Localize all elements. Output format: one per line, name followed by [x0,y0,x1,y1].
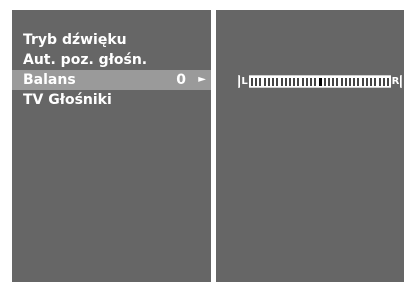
balance-tick [357,78,360,86]
balance-tick [314,78,317,86]
balance-tick [284,78,287,86]
balance-tick [293,78,296,86]
balance-tick [378,78,381,86]
menu-item-tv-speakers[interactable]: TV Głośniki [12,90,211,110]
balance-left-label: L [240,75,249,88]
adjust-panel [216,10,404,282]
balance-tick [310,78,313,86]
balance-center-marker [318,78,322,86]
balance-tick [370,78,373,86]
balance-tick [259,78,262,86]
balance-right-label: R [391,75,400,88]
balance-tick [276,78,279,86]
menu-item-auto-volume[interactable]: Aut. poz. głośn. [12,50,211,70]
balance-tick [344,78,347,86]
menu-item-label: Tryb dźwięku [23,32,127,48]
balance-ticks [251,78,389,86]
balance-tick [251,78,253,86]
balance-tick [267,78,270,86]
tv-menu-screen: Tryb dźwięku Aut. poz. głośn. Balans 0 ►… [0,0,404,282]
arrow-right-icon: ► [198,74,206,85]
balance-tick [327,78,330,86]
balance-tick [382,78,385,86]
audio-menu: Tryb dźwięku Aut. poz. głośn. Balans 0 ►… [12,30,211,110]
balance-tick [288,78,291,86]
menu-item-label: Aut. poz. głośn. [23,52,148,68]
menu-panel: Tryb dźwięku Aut. poz. głośn. Balans 0 ►… [12,10,211,282]
balance-tick [305,78,308,86]
menu-item-balance[interactable]: Balans 0 ► [12,70,211,90]
balance-tick [340,78,343,86]
balance-tick [301,78,304,86]
balance-value: 0 [176,72,186,88]
balance-tick [263,78,266,86]
balance-tick [387,78,389,86]
menu-item-label: Balans [23,72,76,88]
balance-tick [272,78,275,86]
balance-tick [365,78,368,86]
balance-tick [332,78,335,86]
balance-tick [353,78,356,86]
balance-tick [349,78,352,86]
menu-item-label: TV Głośniki [23,92,112,108]
balance-tick [297,78,300,86]
balance-tick [280,78,283,86]
balance-tick [374,78,377,86]
balance-tick [361,78,364,86]
balance-tick [336,78,339,86]
balance-tick [255,78,258,86]
balance-tick [323,78,326,86]
balance-slider[interactable]: L R [238,75,402,88]
menu-item-sound-mode[interactable]: Tryb dźwięku [12,30,211,50]
